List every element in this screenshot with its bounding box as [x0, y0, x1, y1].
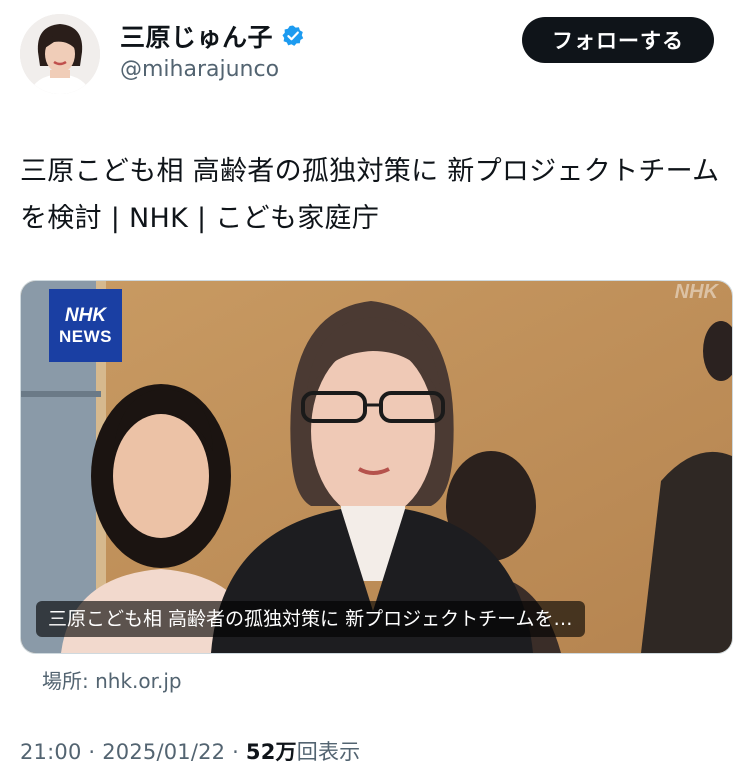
tweet-date[interactable]: 2025/01/22	[102, 740, 225, 764]
tweet-time[interactable]: 21:00	[20, 740, 82, 764]
verified-badge-icon	[282, 25, 304, 46]
nhk-news-logo: NHK NEWS	[49, 289, 122, 362]
author-name-row[interactable]: 三原じゅん子	[120, 18, 305, 54]
news-photo	[21, 281, 732, 653]
meta-separator: ·	[232, 740, 240, 764]
tweet-text: 三原こども相 高齢者の孤独対策に 新プロジェクトチームを検討 | NHK | こ…	[20, 156, 720, 234]
nhk-watermark: NHK	[674, 281, 718, 303]
news-logo-text: NEWS	[59, 326, 112, 346]
author-handle[interactable]: @miharajunco	[120, 57, 279, 82]
card-caption: 三原こども相 高齢者の孤独対策に 新プロジェクトチームを…	[36, 601, 585, 637]
card-source[interactable]: 場所: nhk.or.jp	[42, 665, 182, 694]
tweet-meta: 21:00 · 2025/01/22 · 52万回表示	[20, 736, 360, 766]
display-name[interactable]: 三原じゅん子	[120, 18, 273, 54]
nhk-logo-text: NHK	[64, 304, 107, 326]
view-count: 52万	[245, 740, 297, 764]
avatar-image	[20, 14, 100, 94]
avatar[interactable]	[20, 14, 100, 94]
view-label: 回表示	[296, 740, 361, 764]
follow-button[interactable]: フォローする	[522, 17, 714, 63]
link-card[interactable]: NHK NEWS NHK 三原こども相 高齢者の孤独対策に 新プロジェクトチーム…	[20, 280, 733, 654]
tweet-header: 三原じゅん子 @miharajunco フォローする	[0, 0, 750, 110]
meta-separator: ·	[88, 740, 96, 764]
